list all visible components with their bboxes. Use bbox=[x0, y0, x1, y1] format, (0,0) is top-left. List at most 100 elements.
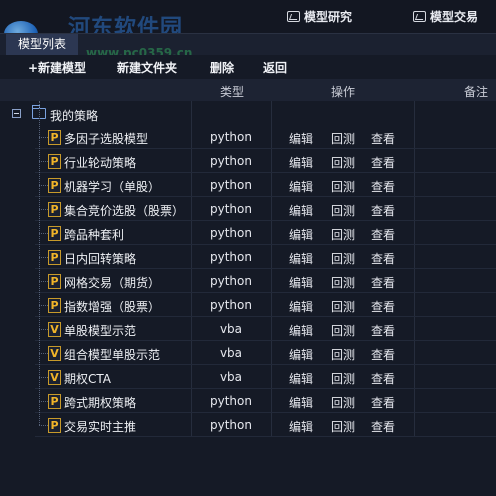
nav-model-research-label: 模型研究 bbox=[304, 10, 353, 24]
backtest-link[interactable]: 回测 bbox=[331, 322, 355, 339]
nav-model-trade[interactable]: 模型交易 bbox=[413, 8, 478, 25]
vba-file-icon: V bbox=[48, 370, 61, 385]
backtest-link[interactable]: 回测 bbox=[331, 346, 355, 363]
model-type: python bbox=[210, 226, 252, 240]
row-divider bbox=[35, 196, 496, 197]
edit-link[interactable]: 编辑 bbox=[289, 274, 313, 291]
backtest-link[interactable]: 回测 bbox=[331, 202, 355, 219]
python-file-icon: P bbox=[48, 250, 61, 265]
backtest-link[interactable]: 回测 bbox=[331, 394, 355, 411]
python-file-icon: P bbox=[48, 394, 61, 409]
tab-model-list[interactable]: 模型列表 bbox=[6, 34, 78, 55]
tree-guide bbox=[39, 209, 48, 210]
table-row[interactable]: P 行业轮动策略 python 编辑 回测 查看 bbox=[0, 150, 496, 173]
backtest-link[interactable]: 回测 bbox=[331, 250, 355, 267]
edit-link[interactable]: 编辑 bbox=[289, 394, 313, 411]
header-note: 备注 bbox=[464, 85, 489, 99]
tree-guide bbox=[39, 233, 48, 234]
tree-guide bbox=[39, 161, 48, 162]
view-link[interactable]: 查看 bbox=[371, 178, 395, 195]
view-link[interactable]: 查看 bbox=[371, 202, 395, 219]
folder-label: 我的策略 bbox=[50, 109, 99, 123]
tree-guide bbox=[39, 137, 48, 138]
edit-link[interactable]: 编辑 bbox=[289, 322, 313, 339]
model-type: vba bbox=[219, 346, 243, 360]
edit-link[interactable]: 编辑 bbox=[289, 226, 313, 243]
table-row[interactable]: P 日内回转策略 python 编辑 回测 查看 bbox=[0, 246, 496, 269]
nav-model-research[interactable]: 模型研究 bbox=[287, 8, 352, 25]
view-link[interactable]: 查看 bbox=[371, 130, 395, 147]
model-name: 多因子选股模型 bbox=[64, 132, 149, 146]
table-row[interactable]: V 组合模型单股示范 vba 编辑 回测 查看 bbox=[0, 342, 496, 365]
back-button[interactable]: 返回 bbox=[263, 59, 287, 76]
model-name: 组合模型单股示范 bbox=[64, 348, 161, 362]
row-divider bbox=[35, 148, 496, 149]
row-divider bbox=[35, 220, 496, 221]
model-name: 跨式期权策略 bbox=[64, 396, 137, 410]
table-row[interactable]: P 多因子选股模型 python 编辑 回测 查看 bbox=[0, 126, 496, 149]
model-name: 指数增强（股票） bbox=[64, 300, 161, 314]
view-link[interactable]: 查看 bbox=[371, 250, 395, 267]
edit-link[interactable]: 编辑 bbox=[289, 178, 313, 195]
toolbar: +新建模型 新建文件夹 删除 返回 bbox=[0, 55, 496, 79]
view-link[interactable]: 查看 bbox=[371, 154, 395, 171]
model-type: python bbox=[210, 250, 252, 264]
backtest-link[interactable]: 回测 bbox=[331, 130, 355, 147]
table-row[interactable]: P 集合竞价选股（股票） python 编辑 回测 查看 bbox=[0, 198, 496, 221]
vba-file-icon: V bbox=[48, 322, 61, 337]
view-link[interactable]: 查看 bbox=[371, 370, 395, 387]
tree-guide bbox=[39, 401, 48, 402]
backtest-link[interactable]: 回测 bbox=[331, 370, 355, 387]
view-link[interactable]: 查看 bbox=[371, 226, 395, 243]
edit-link[interactable]: 编辑 bbox=[289, 418, 313, 435]
folder-row[interactable]: 我的策略 bbox=[0, 103, 496, 126]
tree-guide bbox=[39, 101, 40, 425]
edit-link[interactable]: 编辑 bbox=[289, 202, 313, 219]
table-row[interactable]: P 跨式期权策略 python 编辑 回测 查看 bbox=[0, 390, 496, 413]
table-row[interactable]: V 单股模型示范 vba 编辑 回测 查看 bbox=[0, 318, 496, 341]
backtest-link[interactable]: 回测 bbox=[331, 298, 355, 315]
edit-link[interactable]: 编辑 bbox=[289, 370, 313, 387]
view-link[interactable]: 查看 bbox=[371, 394, 395, 411]
edit-link[interactable]: 编辑 bbox=[289, 346, 313, 363]
nav-model-trade-label: 模型交易 bbox=[430, 10, 479, 24]
model-name: 日内回转策略 bbox=[64, 252, 137, 266]
new-model-button[interactable]: +新建模型 bbox=[28, 59, 86, 76]
python-file-icon: P bbox=[48, 226, 61, 241]
view-link[interactable]: 查看 bbox=[371, 298, 395, 315]
model-name: 期权CTA bbox=[64, 372, 111, 386]
table-row[interactable]: P 指数增强（股票） python 编辑 回测 查看 bbox=[0, 294, 496, 317]
view-link[interactable]: 查看 bbox=[371, 322, 395, 339]
edit-link[interactable]: 编辑 bbox=[289, 250, 313, 267]
python-file-icon: P bbox=[48, 130, 61, 145]
view-link[interactable]: 查看 bbox=[371, 274, 395, 291]
backtest-link[interactable]: 回测 bbox=[331, 418, 355, 435]
new-folder-button[interactable]: 新建文件夹 bbox=[117, 59, 177, 76]
view-link[interactable]: 查看 bbox=[371, 346, 395, 363]
tree-guide bbox=[39, 329, 48, 330]
table-row[interactable]: V 期权CTA vba 编辑 回测 查看 bbox=[0, 366, 496, 389]
view-link[interactable]: 查看 bbox=[371, 418, 395, 435]
delete-button[interactable]: 删除 bbox=[210, 59, 234, 76]
table-row[interactable]: P 机器学习（单股） python 编辑 回测 查看 bbox=[0, 174, 496, 197]
chart-icon bbox=[413, 11, 426, 22]
backtest-link[interactable]: 回测 bbox=[331, 226, 355, 243]
python-file-icon: P bbox=[48, 298, 61, 313]
model-name: 集合竞价选股（股票） bbox=[64, 204, 185, 218]
tree-guide bbox=[39, 281, 48, 282]
model-name: 单股模型示范 bbox=[64, 324, 137, 338]
python-file-icon: P bbox=[48, 274, 61, 289]
collapse-icon[interactable] bbox=[12, 109, 21, 118]
edit-link[interactable]: 编辑 bbox=[289, 298, 313, 315]
backtest-link[interactable]: 回测 bbox=[331, 178, 355, 195]
table-row[interactable]: P 跨品种套利 python 编辑 回测 查看 bbox=[0, 222, 496, 245]
table-row[interactable]: P 交易实时主推 python 编辑 回测 查看 bbox=[0, 414, 496, 437]
table-row[interactable]: P 网格交易（期货） python 编辑 回测 查看 bbox=[0, 270, 496, 293]
tree-guide bbox=[39, 377, 48, 378]
vba-file-icon: V bbox=[48, 346, 61, 361]
edit-link[interactable]: 编辑 bbox=[289, 130, 313, 147]
edit-link[interactable]: 编辑 bbox=[289, 154, 313, 171]
backtest-link[interactable]: 回测 bbox=[331, 154, 355, 171]
backtest-link[interactable]: 回测 bbox=[331, 274, 355, 291]
model-type: python bbox=[210, 274, 252, 288]
